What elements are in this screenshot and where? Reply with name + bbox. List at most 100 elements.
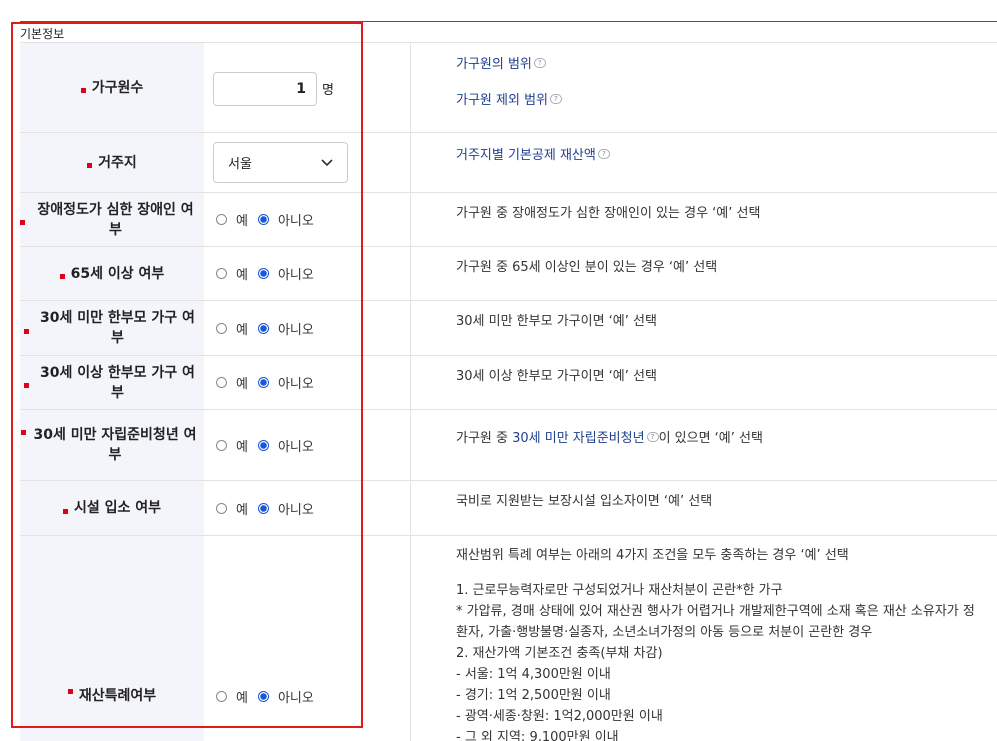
- row-single-parent-under30: 30세 미만 한부모 가구 여부 예 아니오 30세 미만 한부모 가구이면 ‘…: [20, 301, 997, 356]
- residence-select[interactable]: 서울: [213, 142, 348, 183]
- household-count-input[interactable]: 1: [213, 72, 317, 106]
- radio-circle[interactable]: [257, 377, 269, 388]
- radio-no[interactable]: 아니오: [257, 373, 314, 392]
- column-divider: [410, 247, 411, 300]
- radio-group: 예 아니오: [216, 687, 324, 706]
- row-youth: 30세 미만 자립준비청년 여부 예 아니오 가구원 중 30세 미만 자립준비…: [20, 410, 997, 481]
- radio-label: 아니오: [277, 502, 314, 518]
- radio-yes[interactable]: 예: [216, 319, 248, 338]
- radio-yes[interactable]: 예: [216, 373, 248, 392]
- input-cell: 예 아니오: [204, 536, 410, 741]
- radio-circle[interactable]: [257, 502, 269, 514]
- radio-circle[interactable]: [257, 322, 269, 334]
- radio-label: 아니오: [277, 439, 314, 455]
- radio-circle[interactable]: [216, 691, 227, 702]
- radio-label: 아니오: [277, 268, 314, 283]
- radio-label: 예: [236, 502, 248, 518]
- residence-deduction-link[interactable]: 거주지별 기본공제 재산액: [456, 148, 596, 163]
- help-bubble-icon[interactable]: ?: [550, 93, 562, 104]
- radio-yes[interactable]: 예: [216, 687, 248, 706]
- desc-line: 2. 재산가액 기본조건 충족(부채 차감): [456, 646, 663, 661]
- radio-no[interactable]: 아니오: [257, 210, 314, 229]
- radio-circle[interactable]: [216, 439, 227, 451]
- desc-line: - 그 외 지역: 9,100만원 이내: [456, 730, 619, 741]
- desc-line: - 광역·세종·창원: 1억2,000만원 이내: [456, 709, 663, 724]
- row-senior: 65세 이상 여부 예 아니오 가구원 중 65세 이상인 분이 있는 경우 ‘…: [20, 247, 997, 301]
- description: 거주지별 기본공제 재산액?: [456, 145, 997, 166]
- required-marker: [87, 163, 93, 168]
- section-title: 기본정보: [20, 27, 65, 41]
- column-divider: [410, 536, 411, 741]
- radio-label: 예: [236, 439, 248, 455]
- row-label: 65세 이상 여부: [70, 265, 165, 282]
- desc-line: - 서울: 1억 4,300만원 이내: [456, 667, 611, 682]
- unit-label: 명: [322, 83, 334, 98]
- column-divider: [410, 356, 411, 409]
- row-label: 가구원수: [91, 79, 144, 96]
- row-label: 30세 미만 한부모 가구 여부: [40, 310, 195, 346]
- row-residence: 거주지 서울 거주지별 기본공제 재산액?: [20, 133, 997, 193]
- radio-yes[interactable]: 예: [216, 436, 248, 455]
- column-divider: [410, 133, 411, 192]
- radio-label: 아니오: [277, 322, 314, 338]
- radio-group: 예 아니오: [216, 319, 324, 338]
- radio-no[interactable]: 아니오: [257, 687, 314, 706]
- column-divider: [410, 43, 411, 132]
- row-header: 30세 미만 한부모 가구 여부: [20, 301, 204, 355]
- row-single-parent-over30: 30세 이상 한부모 가구 여부 예 아니오 30세 이상 한부모 가구이면 ‘…: [20, 356, 997, 410]
- radio-circle[interactable]: [257, 214, 269, 225]
- row-header: 65세 이상 여부: [20, 247, 204, 300]
- help-bubble-icon[interactable]: ?: [533, 57, 546, 68]
- radio-circle[interactable]: [257, 268, 269, 279]
- row-disabled: 장애정도가 심한 장애인 여부 예 아니오 가구원 중 장애정도가 심한 장애인…: [20, 193, 997, 247]
- required-marker: [67, 689, 73, 694]
- radio-no[interactable]: 아니오: [257, 264, 314, 283]
- help-bubble-icon[interactable]: ?: [597, 148, 610, 159]
- radio-group: 예 아니오: [216, 436, 324, 455]
- row-header: 30세 미만 자립준비청년 여부: [20, 410, 204, 480]
- radio-circle[interactable]: [216, 214, 227, 225]
- required-marker: [20, 220, 25, 225]
- radio-circle[interactable]: [216, 377, 227, 388]
- required-marker: [59, 274, 65, 279]
- desc-text: 이 있으면 ‘예’ 선택: [658, 431, 763, 446]
- description: 가구원 중 65세 이상인 분이 있는 경우 ‘예’ 선택: [456, 260, 718, 275]
- required-marker: [24, 383, 29, 388]
- row-label: 거주지: [98, 154, 137, 171]
- selected-value: 서울: [228, 157, 252, 172]
- input-cell: 예 아니오: [204, 356, 410, 409]
- radio-circle[interactable]: [216, 268, 227, 279]
- radio-yes[interactable]: 예: [216, 499, 248, 518]
- row-label: 30세 미만 자립준비청년 여부: [33, 427, 197, 463]
- description: 가구원의 범위? 가구원 제외 범위?: [456, 54, 997, 111]
- radio-no[interactable]: 아니오: [257, 319, 314, 338]
- radio-circle[interactable]: [257, 439, 269, 451]
- radio-yes[interactable]: 예: [216, 264, 248, 283]
- column-divider: [410, 481, 411, 535]
- input-cell: 예 아니오: [204, 481, 410, 535]
- description: 30세 이상 한부모 가구이면 ‘예’ 선택: [456, 369, 657, 384]
- radio-group: 예 아니오: [216, 210, 324, 229]
- radio-yes[interactable]: 예: [216, 210, 248, 229]
- household-exclude-link[interactable]: 가구원 제외 범위: [456, 93, 548, 108]
- radio-circle[interactable]: [257, 691, 269, 702]
- input-cell: 예 아니오: [204, 410, 410, 480]
- radio-label: 아니오: [277, 214, 314, 229]
- description: 재산범위 특례 여부는 아래의 4가지 조건을 모두 충족하는 경우 ‘예’ 선…: [456, 545, 997, 741]
- row-household: 가구원수 1 명 가구원의 범위? 가구원 제외 범위?: [20, 43, 997, 133]
- radio-no[interactable]: 아니오: [257, 499, 314, 518]
- row-label: 장애정도가 심한 장애인 여부: [37, 201, 194, 238]
- description: 국비로 지원받는 보장시설 입소자이면 ‘예’ 선택: [456, 494, 713, 509]
- youth-link[interactable]: 30세 미만 자립준비청년: [512, 431, 644, 446]
- radio-circle[interactable]: [216, 322, 227, 334]
- top-border: [20, 21, 997, 22]
- help-bubble-icon[interactable]: ?: [646, 431, 659, 442]
- radio-group: 예 아니오: [216, 499, 324, 518]
- household-range-link[interactable]: 가구원의 범위: [456, 57, 532, 72]
- radio-no[interactable]: 아니오: [257, 436, 314, 455]
- row-header: 재산특례여부: [20, 536, 204, 741]
- radio-group: 예 아니오: [216, 373, 324, 392]
- desc-line: - 경기: 1억 2,500만원 이내: [456, 688, 611, 703]
- input-cell: 서울: [204, 133, 410, 192]
- radio-circle[interactable]: [216, 502, 227, 514]
